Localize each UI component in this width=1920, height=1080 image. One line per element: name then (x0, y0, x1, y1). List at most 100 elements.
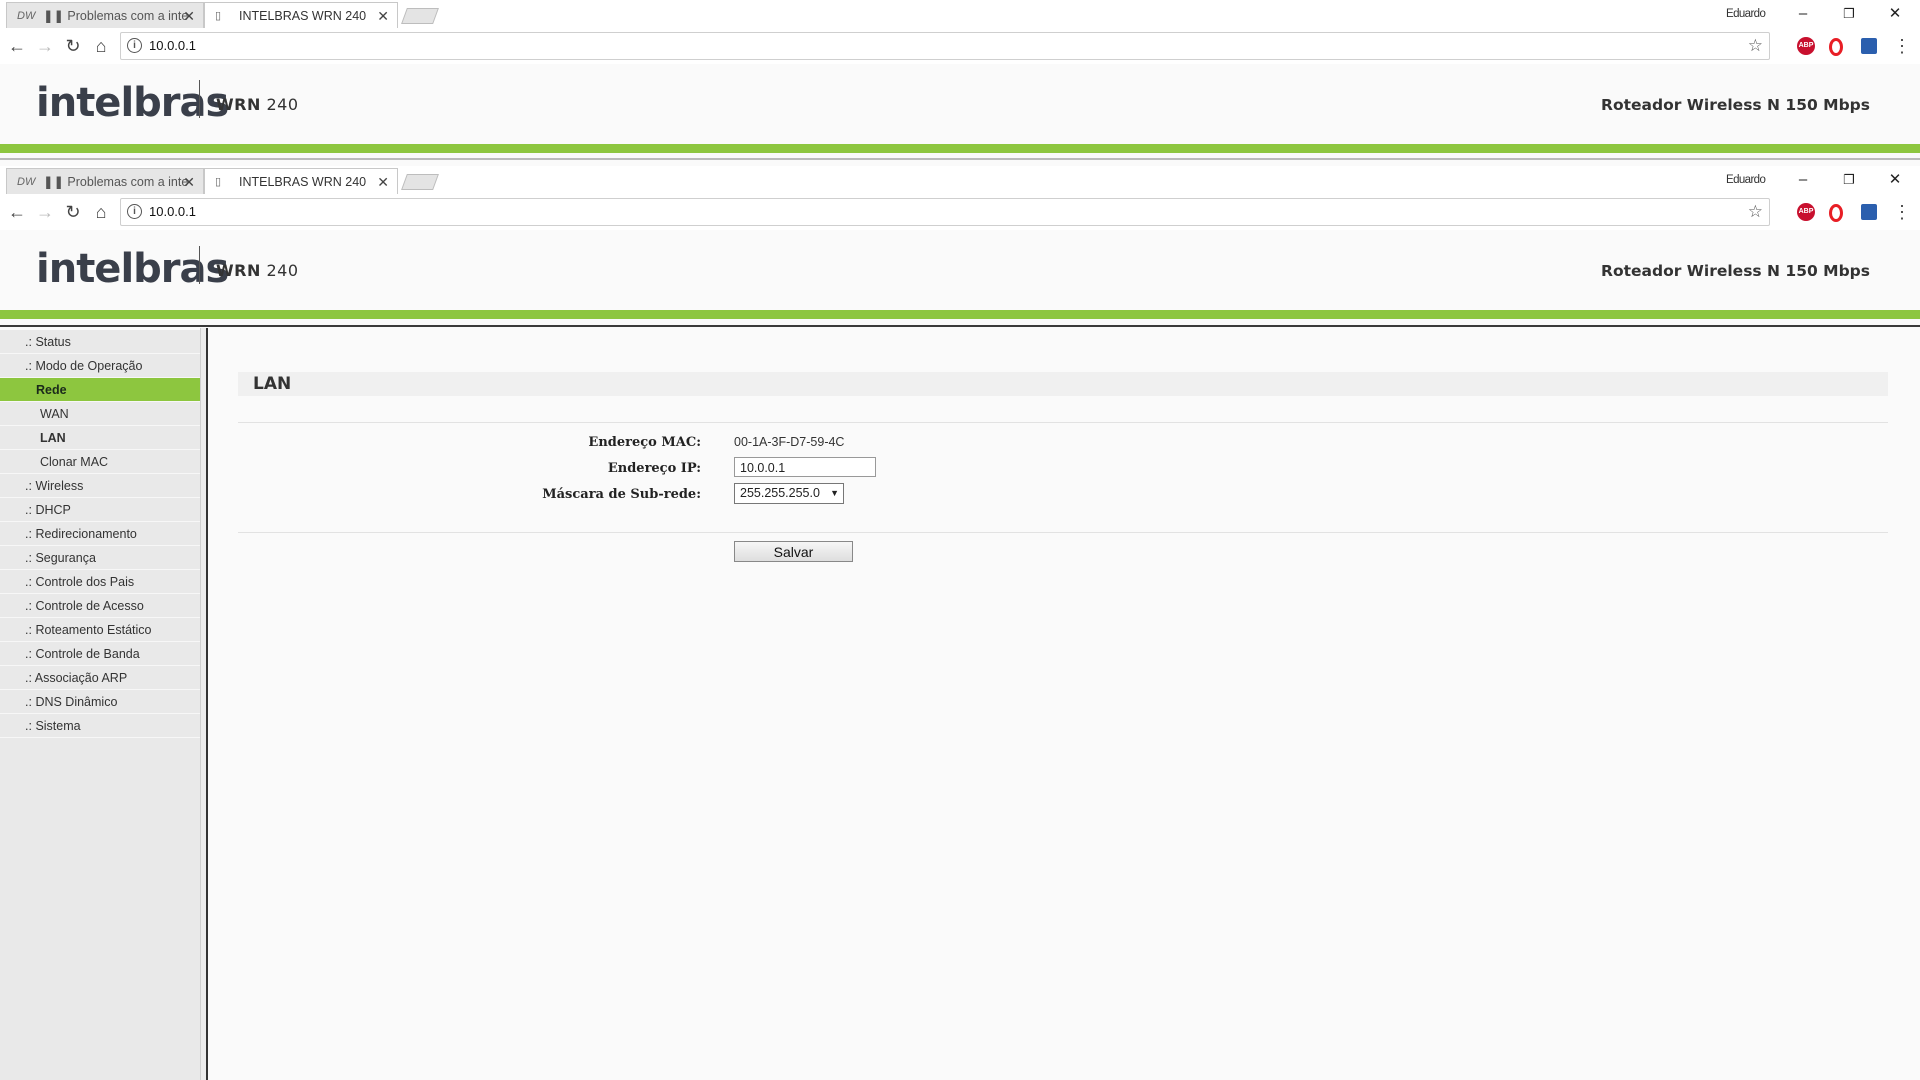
tab-title: ❚❚ Problemas com a inte (43, 9, 189, 23)
upper-router-header: intelbras WRN 240 Roteador Wireless N 15… (0, 64, 1920, 144)
logo-divider (199, 246, 200, 284)
adblock-icon[interactable]: ABP (1797, 203, 1815, 221)
bookmark-star-icon[interactable]: ☆ (1748, 199, 1763, 225)
tab-title: INTELBRAS WRN 240 (239, 175, 367, 189)
sidebar-item-label: Rede (36, 383, 67, 397)
close-icon[interactable]: ✕ (183, 169, 195, 195)
sidebar-item-label: Controle de Banda (35, 647, 140, 661)
sidebar-item-label: LAN (40, 431, 66, 445)
minimize-icon[interactable]: – (1780, 0, 1826, 28)
minimize-icon[interactable]: – (1780, 166, 1826, 194)
profile-button[interactable]: Eduardo (1726, 0, 1766, 28)
sidebar-item-label: Wireless (35, 479, 84, 493)
product-name: Roteador Wireless N 150 Mbps (1601, 96, 1870, 114)
back-icon[interactable]: ← (2, 28, 32, 64)
close-icon[interactable]: ✕ (377, 3, 389, 29)
ip-input[interactable]: 10.0.0.1 (734, 457, 876, 477)
divider-bottom (238, 532, 1888, 533)
sidebar-item-dns-dinamico[interactable]: .: DNS Dinâmico (0, 690, 200, 714)
extension-icon[interactable] (1861, 38, 1877, 54)
forward-icon[interactable]: → (30, 28, 60, 64)
info-icon[interactable]: i (127, 204, 142, 219)
sidebar-item-status[interactable]: .: Status (0, 330, 200, 354)
tab-forum[interactable]: DW ❚❚ Problemas com a inte ✕ (6, 168, 204, 195)
sidebar-item-redirecionamento[interactable]: .: Redirecionamento (0, 522, 200, 546)
sidebar-item-dhcp[interactable]: .: DHCP (0, 498, 200, 522)
sidebar-item-wireless[interactable]: .: Wireless (0, 474, 200, 498)
sidebar-item-label: Clonar MAC (40, 455, 109, 469)
save-button[interactable]: Salvar (734, 541, 853, 562)
upper-tab-forum[interactable]: DW ❚❚ Problemas com a inte ✕ (6, 2, 204, 29)
sidebar-item-label: Sistema (35, 719, 81, 733)
close-window-icon[interactable]: ✕ (1872, 0, 1918, 28)
subnet-mask-select[interactable]: 255.255.255.0 ▼ (734, 483, 844, 504)
close-icon[interactable]: ✕ (377, 169, 389, 195)
new-tab-button[interactable] (401, 174, 439, 190)
header-divider (0, 325, 1920, 327)
sidebar-item-sistema[interactable]: .: Sistema (0, 714, 200, 738)
address-bar[interactable]: i 10.0.0.1 ☆ (120, 32, 1770, 60)
upper-tab-router[interactable]: ▯ INTELBRAS WRN 240 ✕ (204, 2, 398, 29)
tab-title: INTELBRAS WRN 240 (239, 9, 367, 23)
sidebar-item-label: DHCP (35, 503, 71, 517)
sidebar-item-seguranca[interactable]: .: Segurança (0, 546, 200, 570)
sidebar-item-rede[interactable]: Rede (0, 378, 200, 402)
new-tab-button[interactable] (401, 8, 439, 24)
sidebar-item-wan[interactable]: WAN (0, 402, 200, 426)
divider-top (238, 422, 1888, 423)
product-name: Roteador Wireless N 150 Mbps (1601, 262, 1870, 280)
page-icon: ▯ (215, 10, 222, 22)
menu-dots-icon[interactable]: ⋮ (1892, 194, 1912, 230)
model-name: WRN (216, 261, 261, 280)
ip-label: Endereço IP: (607, 461, 701, 476)
home-icon[interactable]: ⌂ (86, 28, 116, 64)
sidebar: .: Status .: Modo de Operação Rede WAN L… (0, 330, 200, 1080)
extension-icon[interactable] (1861, 204, 1877, 220)
upper-toolbar: ← → ↻ ⌂ i 10.0.0.1 ☆ ABP ⋮ (0, 28, 1920, 65)
bookmark-star-icon[interactable]: ☆ (1748, 33, 1763, 59)
upper-green-bar (0, 144, 1920, 153)
home-icon[interactable]: ⌂ (86, 194, 116, 230)
tab-router[interactable]: ▯ INTELBRAS WRN 240 ✕ (204, 168, 398, 195)
sidebar-item-controle-banda[interactable]: .: Controle de Banda (0, 642, 200, 666)
dw-favicon-icon: DW (17, 10, 36, 22)
opera-icon[interactable] (1829, 38, 1843, 56)
url-text[interactable]: 10.0.0.1 (149, 199, 196, 225)
mac-value: 00-1A-3F-D7-59-4C (734, 435, 845, 449)
close-icon[interactable]: ✕ (183, 3, 195, 29)
profile-button[interactable]: Eduardo (1726, 166, 1766, 194)
back-icon[interactable]: ← (2, 194, 32, 230)
subnet-mask-value: 255.255.255.0 (740, 486, 820, 500)
window-divider (0, 158, 1920, 160)
model-number: 240 (266, 95, 299, 114)
restore-icon[interactable]: ❐ (1826, 166, 1872, 194)
sidebar-item-roteamento-estatico[interactable]: .: Roteamento Estático (0, 618, 200, 642)
info-icon[interactable]: i (127, 38, 142, 53)
sidebar-item-label: Modo de Operação (35, 359, 143, 373)
sidebar-item-controle-acesso[interactable]: .: Controle de Acesso (0, 594, 200, 618)
mac-label: Endereço MAC: (588, 435, 701, 450)
sidebar-item-controle-pais[interactable]: .: Controle dos Pais (0, 570, 200, 594)
url-text[interactable]: 10.0.0.1 (149, 33, 196, 59)
dw-favicon-icon: DW (17, 176, 36, 188)
sidebar-item-label: Controle de Acesso (35, 599, 144, 613)
sidebar-item-label: Roteamento Estático (35, 623, 152, 637)
close-window-icon[interactable]: ✕ (1872, 166, 1918, 194)
sidebar-item-label: Redirecionamento (35, 527, 137, 541)
mask-label: Máscara de Sub-rede: (542, 487, 701, 502)
model-name: WRN (216, 95, 261, 114)
tab-title: ❚❚ Problemas com a inte (43, 175, 189, 189)
sidebar-item-clonar-mac[interactable]: Clonar MAC (0, 450, 200, 474)
sidebar-item-lan[interactable]: LAN (0, 426, 200, 450)
address-bar[interactable]: i 10.0.0.1 ☆ (120, 198, 1770, 226)
sidebar-item-label: Controle dos Pais (35, 575, 135, 589)
reload-icon[interactable]: ↻ (58, 194, 88, 230)
forward-icon[interactable]: → (30, 194, 60, 230)
sidebar-item-modo-operacao[interactable]: .: Modo de Operação (0, 354, 200, 378)
sidebar-item-associacao-arp[interactable]: .: Associação ARP (0, 666, 200, 690)
menu-dots-icon[interactable]: ⋮ (1892, 28, 1912, 64)
adblock-icon[interactable]: ABP (1797, 37, 1815, 55)
opera-icon[interactable] (1829, 204, 1843, 222)
reload-icon[interactable]: ↻ (58, 28, 88, 64)
restore-icon[interactable]: ❐ (1826, 0, 1872, 28)
